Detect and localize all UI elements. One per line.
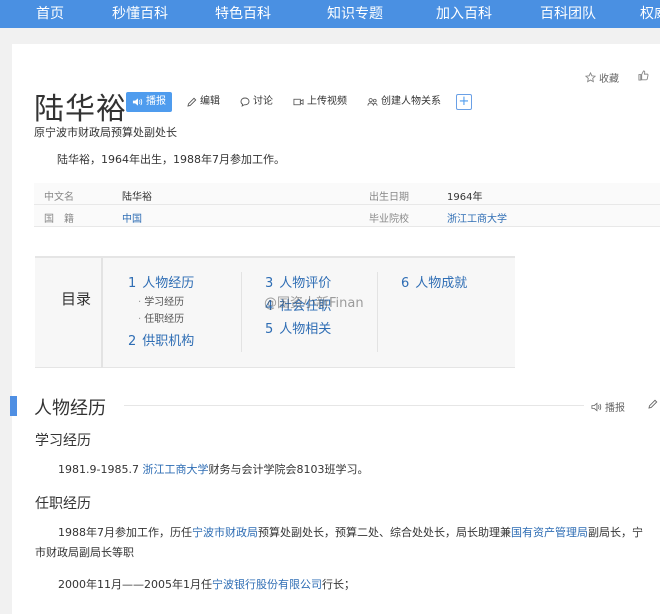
discuss-label: 讨论 <box>253 96 273 107</box>
zjgsu-link[interactable]: 浙江工商大学 <box>142 463 208 476</box>
study-heading: 学习经历 <box>35 433 91 449</box>
section-divider <box>124 405 584 406</box>
info-value-school-link[interactable]: 浙江工商大学 <box>447 210 507 225</box>
toc-subitem-study[interactable]: 学习经历 <box>138 293 184 308</box>
toc-subitem-work[interactable]: 任职经历 <box>138 310 184 325</box>
info-key-school: 毕业院校 <box>369 214 409 225</box>
info-key-nationality: 国 籍 <box>44 214 74 225</box>
edit-button[interactable]: 编辑 <box>187 92 220 112</box>
chat-bubble-icon <box>240 97 250 107</box>
section-listen-button[interactable]: 播报 <box>591 399 625 414</box>
study-paragraph: 1981.9-1985.7 浙江工商大学财务与会计学院会8103班学习。 <box>58 463 369 476</box>
pencil-icon <box>648 399 658 409</box>
toc-title: 目录 <box>61 290 92 308</box>
speaker-icon <box>591 401 602 412</box>
section-edit-button[interactable] <box>648 399 658 409</box>
nav-knowledge-topics[interactable]: 知识专题 <box>327 3 383 23</box>
entry-subtitle: 原宁波市财政局预算处副处长 <box>34 126 177 139</box>
basic-info-row: 国 籍 中国 毕业院校 浙江工商大学 <box>34 205 660 227</box>
upload-video-button[interactable]: 上传视频 <box>293 92 347 112</box>
toc-item-3[interactable]: 3 人物评价 <box>265 272 331 291</box>
discuss-button[interactable]: 讨论 <box>240 92 273 112</box>
top-navigation-bar: 首页 秒懂百科 特色百科 知识专题 加入百科 百科团队 权威 <box>0 0 660 28</box>
section-listen-label: 播报 <box>605 403 625 414</box>
thumbs-up-icon <box>638 70 649 81</box>
edit-label: 编辑 <box>200 96 220 107</box>
add-button[interactable]: + <box>456 94 472 110</box>
table-of-contents: 目录 1人物经历 学习经历 任职经历 2供职机构 3人物评价 4社会任职 5人物… <box>35 256 515 368</box>
nav-baike-team[interactable]: 百科团队 <box>540 3 596 23</box>
toc-column-divider <box>241 272 242 352</box>
nav-home[interactable]: 首页 <box>36 3 64 23</box>
entry-page: 收藏 陆华裕 播报 编辑 讨论 上传视频 创建人物关系 + 原宁波市财政局预算处… <box>10 44 660 614</box>
work-paragraph-bank: 2000年11月——2005年1月任宁波银行股份有限公司行长； <box>58 578 355 591</box>
toc-column-divider <box>377 272 378 352</box>
info-value-birth-date: 1964年 <box>447 192 483 203</box>
pencil-icon <box>187 97 197 107</box>
ningbo-bank-link[interactable]: 宁波银行股份有限公司 <box>212 578 322 591</box>
toc-divider <box>101 258 103 368</box>
work-paragraph-line1: 1988年7月参加工作，历任宁波市财政局预算处副处长，预算二处、综合处处长，局长… <box>58 526 643 539</box>
weibo-watermark: @国资小新Finan <box>264 296 364 311</box>
entry-summary: 陆华裕，1964年出生，1988年7月参加工作。 <box>57 153 285 166</box>
plus-icon: + <box>458 94 470 109</box>
people-icon <box>367 98 378 106</box>
star-icon <box>585 72 596 83</box>
toc-item-2[interactable]: 2 供职机构 <box>128 330 194 349</box>
nav-join-baike[interactable]: 加入百科 <box>436 3 492 23</box>
info-value-nationality-link[interactable]: 中国 <box>122 210 142 225</box>
listen-button[interactable]: 播报 <box>126 92 172 112</box>
nav-authority[interactable]: 权威 <box>640 3 660 23</box>
video-camera-icon <box>293 98 304 106</box>
basic-info-row: 中文名 陆华裕 出生日期 1964年 <box>34 183 660 205</box>
speaker-icon <box>132 98 143 106</box>
toc-item-5[interactable]: 5 人物相关 <box>265 318 331 337</box>
nav-second-baike[interactable]: 秒懂百科 <box>112 3 168 23</box>
ningbo-finance-bureau-link[interactable]: 宁波市财政局 <box>192 526 258 539</box>
section-marker <box>10 396 17 416</box>
listen-label: 播报 <box>146 96 166 107</box>
favorite-label: 收藏 <box>599 74 619 85</box>
toc-item-6[interactable]: 6 人物成就 <box>401 272 467 291</box>
state-assets-bureau-link[interactable]: 国有资产管理局 <box>511 526 588 539</box>
create-relation-label: 创建人物关系 <box>381 96 441 107</box>
create-relation-button[interactable]: 创建人物关系 <box>367 92 441 112</box>
toc-item-1[interactable]: 1 人物经历 <box>128 272 194 291</box>
section-title: 人物经历 <box>34 398 106 419</box>
info-key-chinese-name: 中文名 <box>44 192 74 203</box>
entry-title: 陆华裕 <box>34 92 127 127</box>
nav-featured-baike[interactable]: 特色百科 <box>215 3 271 23</box>
favorite-button[interactable]: 收藏 <box>585 70 619 85</box>
work-heading: 任职经历 <box>35 496 91 512</box>
info-value-chinese-name: 陆华裕 <box>122 192 152 203</box>
like-button[interactable] <box>638 70 649 81</box>
info-key-birth-date: 出生日期 <box>369 192 409 203</box>
upload-video-label: 上传视频 <box>307 96 347 107</box>
work-paragraph-line2: 市财政局副局长等职 <box>35 546 134 559</box>
